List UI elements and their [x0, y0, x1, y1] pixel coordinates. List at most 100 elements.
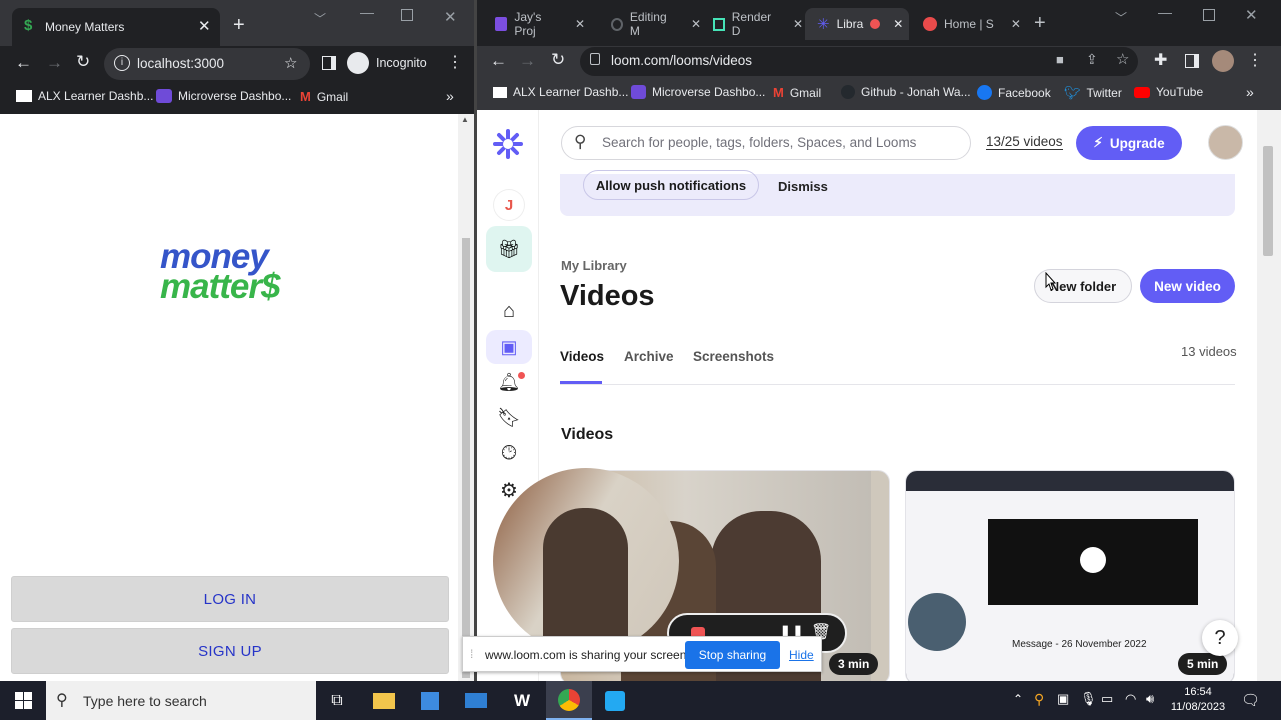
file-explorer-icon[interactable] — [361, 681, 407, 720]
gift-icon[interactable]: 🎁︎ — [486, 226, 532, 272]
close-icon[interactable]: ✕ — [575, 17, 585, 31]
bookmark-alx[interactable]: ALX Learner Dashb... — [16, 89, 153, 103]
tab-screenshots[interactable]: Screenshots — [693, 348, 774, 366]
user-avatar[interactable] — [1208, 125, 1243, 160]
bookmark-gmail[interactable]: M Gmail — [300, 89, 348, 104]
bookmark-icon[interactable]: 🔖︎ — [494, 403, 524, 433]
scroll-thumb[interactable] — [462, 238, 470, 678]
tray-camera-icon[interactable]: ▣ — [1057, 691, 1069, 707]
tab-money-matters[interactable]: $ Money Matters ✕ — [12, 8, 220, 46]
microphone-icon[interactable]: 🎙︎ — [1080, 691, 1097, 707]
tab-search-chevron-icon[interactable]: ﹀ — [314, 10, 326, 27]
reload-icon[interactable]: ↻ — [76, 52, 90, 72]
profile-avatar[interactable] — [1212, 50, 1234, 72]
chrome-icon[interactable] — [546, 681, 592, 720]
battery-icon[interactable]: ▭ — [1101, 691, 1113, 707]
bookmark-alx[interactable]: ALX Learner Dashb... — [493, 85, 628, 99]
reload-icon[interactable]: ↻ — [551, 50, 565, 70]
side-panel-icon[interactable] — [322, 56, 336, 70]
bookmark-microverse[interactable]: Microverse Dashbo... — [156, 89, 291, 103]
new-tab-icon[interactable]: + — [233, 14, 245, 37]
close-icon[interactable]: ✕ — [1011, 17, 1021, 31]
clock-icon[interactable]: 🕑︎ — [494, 439, 524, 469]
word-icon[interactable]: W — [499, 681, 545, 720]
forward-arrow-icon[interactable]: → — [519, 51, 536, 71]
taskbar-search-input[interactable]: ⚲ Type here to search — [46, 681, 316, 720]
scroll-thumb[interactable] — [1263, 146, 1273, 256]
upgrade-button[interactable]: ⚡︎ Upgrade — [1076, 126, 1182, 160]
clock[interactable]: 16:54 11/08/2023 — [1170, 685, 1226, 715]
menu-dots-icon[interactable]: ⋮ — [1247, 50, 1263, 70]
incognito-profile[interactable]: Incognito — [347, 52, 427, 74]
bookmark-facebook[interactable]: Facebook — [977, 85, 1051, 100]
volume-icon[interactable]: 🔊︎ — [1146, 691, 1154, 707]
new-tab-icon[interactable]: + — [1034, 12, 1046, 35]
star-icon[interactable]: ☆ — [1116, 50, 1129, 68]
camera-icon[interactable]: ■ — [1056, 52, 1064, 67]
new-video-button[interactable]: New video — [1140, 269, 1235, 303]
workspace-avatar[interactable]: J — [494, 190, 524, 220]
minimize-icon[interactable]: — — [1158, 4, 1172, 20]
minimize-icon[interactable]: — — [360, 4, 374, 20]
wifi-icon[interactable]: ◠ — [1125, 691, 1136, 707]
start-button[interactable] — [0, 681, 46, 720]
share-icon[interactable]: ⇪ — [1086, 51, 1098, 68]
signup-button[interactable]: SIGN UP — [11, 628, 449, 674]
tab-home[interactable]: Home | S ✕ — [909, 8, 1021, 40]
close-icon[interactable]: ✕ — [198, 17, 211, 35]
vscode-icon[interactable] — [592, 681, 638, 720]
side-panel-icon[interactable] — [1185, 54, 1199, 68]
dismiss-button[interactable]: Dismiss — [778, 179, 828, 194]
tab-search-chevron-icon[interactable]: ﹀ — [1115, 9, 1127, 26]
address-bar[interactable]: loom.com/looms/videos ■ ⇪ ☆ — [580, 47, 1138, 76]
stop-sharing-button[interactable]: Stop sharing — [685, 641, 780, 669]
maximize-icon[interactable] — [401, 9, 413, 21]
bookmarks-overflow-icon[interactable]: » — [1246, 84, 1254, 100]
bookmarks-overflow-icon[interactable]: » — [446, 88, 454, 104]
help-button[interactable]: ? — [1202, 620, 1238, 656]
window-close-icon[interactable]: ✕ — [1245, 6, 1258, 24]
menu-dots-icon[interactable]: ⋮ — [447, 52, 463, 72]
bookmark-microverse[interactable]: Microverse Dashbo... — [631, 85, 765, 99]
bookmark-twitter[interactable]: 🐦︎ Twitter — [1064, 85, 1122, 101]
bookmark-gmail[interactable]: M Gmail — [773, 85, 821, 100]
allow-push-button[interactable]: Allow push notifications — [583, 170, 759, 200]
tab-render[interactable]: Render D ✕ — [695, 8, 803, 40]
scroll-up-icon[interactable]: ▲ — [461, 115, 469, 124]
camera-bubble[interactable] — [493, 468, 679, 654]
star-icon[interactable]: ☆ — [284, 54, 297, 72]
back-arrow-icon[interactable]: ← — [15, 53, 32, 73]
drag-handle-icon[interactable]: ⁞ — [470, 647, 473, 661]
maximize-icon[interactable] — [1203, 9, 1215, 21]
store-icon[interactable] — [407, 681, 453, 720]
tab-library[interactable]: ✳ Libra ✕ — [805, 8, 909, 40]
bookmark-youtube[interactable]: YouTube — [1134, 85, 1203, 99]
loom-logo-icon[interactable] — [493, 129, 523, 159]
tab-editing[interactable]: Editing M ✕ — [593, 8, 701, 40]
video-quota-link[interactable]: 13/25 videos — [986, 134, 1063, 150]
tab-jays-project[interactable]: Jay's Proj ✕ — [477, 8, 585, 40]
address-bar[interactable]: i localhost:3000 ☆ — [104, 48, 310, 80]
breadcrumb[interactable]: My Library — [561, 258, 627, 273]
search-input[interactable]: ⚲ Search for people, tags, folders, Spac… — [561, 126, 971, 160]
back-arrow-icon[interactable]: ← — [490, 51, 507, 71]
extensions-puzzle-icon[interactable]: ✚ — [1154, 50, 1167, 70]
mail-icon[interactable] — [453, 681, 499, 720]
forward-arrow-icon[interactable]: → — [46, 53, 63, 73]
show-hidden-icons-icon[interactable]: ⌃ — [1013, 692, 1023, 706]
login-button[interactable]: LOG IN — [11, 576, 449, 622]
video-card-2[interactable]: Message - 26 November 2022 5 min — [905, 470, 1235, 681]
tab-archive[interactable]: Archive — [624, 348, 674, 366]
left-scrollbar[interactable]: ▲ — [458, 114, 474, 681]
window-close-icon[interactable]: ✕ — [444, 8, 457, 26]
close-icon[interactable]: ✕ — [893, 17, 903, 31]
home-icon[interactable]: ⌂ — [494, 296, 524, 326]
bookmark-github[interactable]: Github - Jonah Wa... — [841, 85, 971, 99]
notification-center-icon[interactable]: 🗨︎ — [1241, 691, 1260, 709]
info-icon[interactable]: i — [114, 55, 130, 71]
library-icon[interactable]: ▣ — [486, 330, 532, 364]
tray-search-icon[interactable]: ⚲ — [1034, 691, 1044, 708]
right-scrollbar[interactable] — [1257, 110, 1281, 681]
task-view-icon[interactable]: ⧉ — [314, 681, 360, 720]
hide-link[interactable]: Hide — [789, 648, 814, 662]
